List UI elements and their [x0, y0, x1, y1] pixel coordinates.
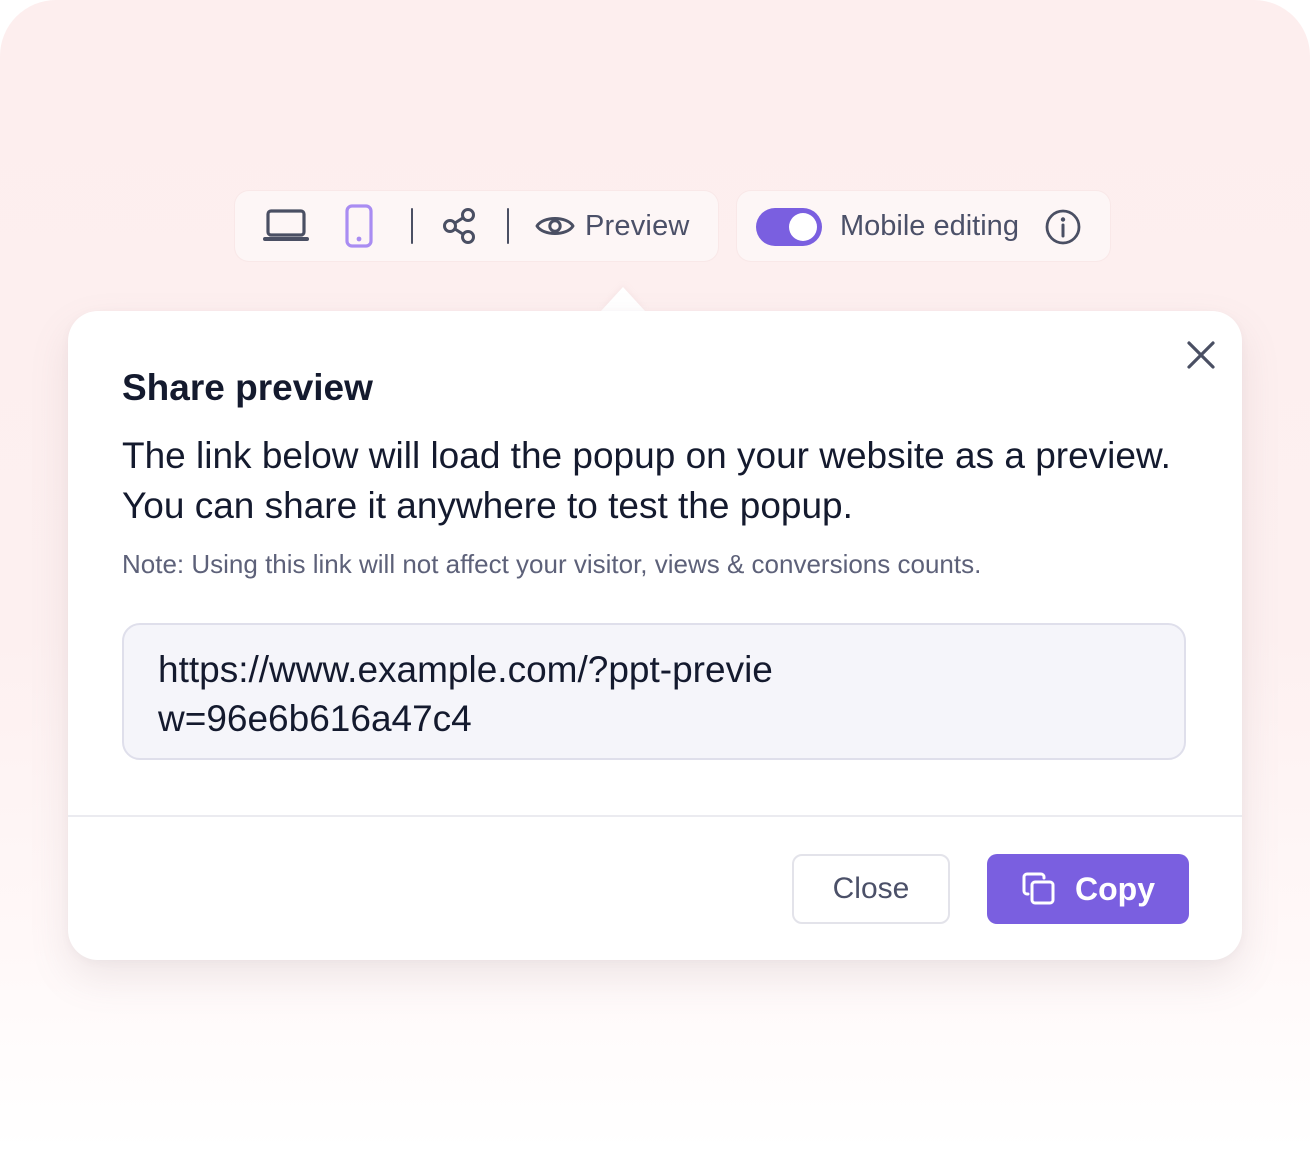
share-preview-dialog: Share preview The link below will load t… [68, 311, 1242, 960]
toolbar-separator [411, 208, 413, 244]
mobile-editing-toolbar: Mobile editing [737, 191, 1110, 261]
dialog-title: Share preview [122, 367, 373, 408]
copy-label: Copy [1075, 870, 1155, 907]
dialog-divider [68, 815, 1242, 817]
preview-url-field[interactable]: https://www.example.com/?ppt-preview=96e… [122, 623, 1186, 760]
preview-label: Preview [585, 209, 690, 242]
eye-icon [535, 211, 575, 241]
copy-icon [1021, 871, 1057, 907]
mobile-icon[interactable] [342, 204, 376, 248]
close-icon[interactable] [1179, 333, 1223, 377]
laptop-icon[interactable] [261, 205, 311, 247]
preview-button[interactable]: Preview [535, 205, 690, 247]
popover-caret [601, 287, 645, 311]
toolbar-separator [507, 208, 509, 244]
share-icon[interactable] [440, 206, 480, 246]
close-button[interactable]: Close [792, 854, 950, 924]
app-background: Preview Mobile editing Share preview The… [0, 0, 1310, 1150]
copy-button[interactable]: Copy [987, 854, 1189, 924]
preview-url-text[interactable]: https://www.example.com/?ppt-preview=96e… [158, 645, 778, 743]
mobile-editing-label: Mobile editing [840, 210, 1019, 242]
info-icon[interactable] [1044, 208, 1082, 246]
view-toolbar: Preview [235, 191, 718, 261]
toggle-knob [789, 213, 817, 241]
mobile-editing-toggle[interactable] [756, 208, 822, 246]
dialog-description: The link below will load the popup on yo… [122, 435, 1171, 526]
dialog-note: Note: Using this link will not affect yo… [122, 549, 982, 579]
